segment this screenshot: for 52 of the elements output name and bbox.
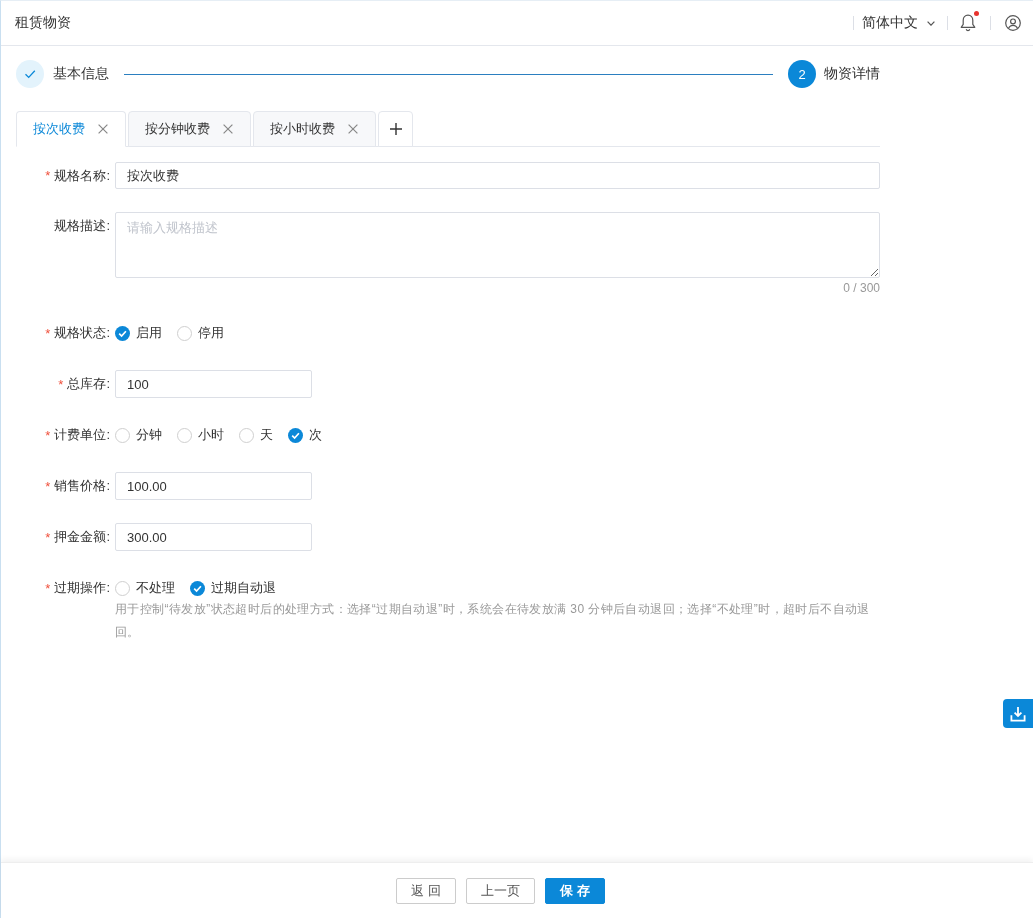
save-button[interactable]: 保 存 xyxy=(545,877,605,904)
field-label: 规格名称: xyxy=(54,166,110,185)
tab[interactable]: 按分钟收费 xyxy=(128,111,251,147)
tab[interactable]: 按小时收费 xyxy=(253,111,376,147)
input-field[interactable]: 100 xyxy=(115,370,312,398)
download-icon xyxy=(1010,705,1026,722)
footer-button[interactable]: 返 回 xyxy=(396,877,456,904)
radio-option[interactable]: 分钟 xyxy=(115,426,162,444)
required-mark: * xyxy=(45,169,51,182)
footer-button[interactable]: 上一页 xyxy=(466,877,535,904)
user-icon[interactable] xyxy=(1005,15,1021,31)
close-icon[interactable] xyxy=(98,124,108,134)
field-label: 规格描述: xyxy=(54,217,110,235)
field-label: 过期操作: xyxy=(54,579,110,597)
field-label: 总库存: xyxy=(67,375,110,393)
required-mark: * xyxy=(45,326,51,340)
radio-option[interactable]: 启用 xyxy=(115,324,162,342)
plus-icon xyxy=(389,123,402,135)
step-label: 基本信息 xyxy=(53,65,109,83)
field-label: 规格状态: xyxy=(54,324,110,342)
field-label: 销售价格: xyxy=(54,477,110,495)
textarea-field[interactable]: 请输入规格描述 xyxy=(115,212,880,278)
char-counter: 0 / 300 xyxy=(843,281,880,295)
required-mark: * xyxy=(45,428,51,442)
required-mark: * xyxy=(45,581,51,595)
input-field[interactable]: 按次收费 xyxy=(115,162,880,189)
step-label: 物资详情 xyxy=(824,65,880,83)
step-number: 2 xyxy=(788,60,816,88)
required-mark: * xyxy=(45,530,51,544)
close-icon[interactable] xyxy=(223,124,233,134)
field-label: 押金金额: xyxy=(54,528,110,546)
radio-option[interactable]: 天 xyxy=(239,426,273,444)
radio-option[interactable]: 过期自动退 xyxy=(190,579,276,597)
language-select[interactable]: 简体中文 xyxy=(862,14,935,32)
download-button[interactable] xyxy=(1003,699,1033,728)
hint-text: 用于控制“待发放”状态超时后的处理方式：选择“过期自动退”时，系统会在待发放满 30 分钟后自动退回；选择“不处理”时，超时后不自动退回。 xyxy=(115,601,871,641)
radio-option[interactable]: 小时 xyxy=(177,426,224,444)
add-tab-button[interactable] xyxy=(378,111,413,147)
radio-option[interactable]: 次 xyxy=(288,426,322,444)
app-title: 租赁物资 xyxy=(15,14,71,32)
input-field[interactable]: 300.00 xyxy=(115,523,312,551)
required-mark: * xyxy=(58,377,64,391)
radio-option[interactable]: 不处理 xyxy=(115,579,175,597)
close-icon[interactable] xyxy=(348,124,358,134)
tab[interactable]: 按次收费 xyxy=(16,111,126,147)
radio-option[interactable]: 停用 xyxy=(177,324,224,342)
caret-down-icon xyxy=(927,20,935,26)
required-mark: * xyxy=(45,479,51,493)
check-circle-icon xyxy=(16,60,44,88)
field-label: 计费单位: xyxy=(54,426,110,444)
input-field[interactable]: 100.00 xyxy=(115,472,312,500)
bell-icon[interactable] xyxy=(960,14,976,32)
